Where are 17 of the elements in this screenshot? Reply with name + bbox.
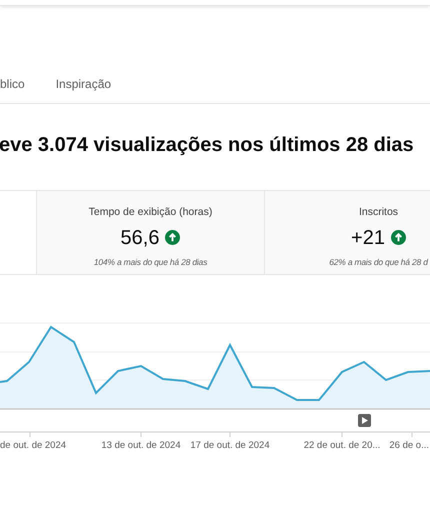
metric-value: 56,6 — [120, 226, 160, 251]
axis-label: 26 de o... — [389, 440, 429, 451]
axis-label: de out. de 2024 — [0, 440, 66, 451]
axis-label: 22 de out. de 20... — [304, 440, 380, 451]
axis-label: 13 de out. de 2024 — [101, 440, 181, 451]
metric-card[interactable]: Inscritos +21 62% a mais do que há 28 d — [264, 191, 430, 274]
axis-label: 17 de out. de 2024 — [190, 440, 270, 451]
metric-comparison: 62% a mais do que há 28 d — [329, 256, 428, 268]
metric-comparison: 104% a mais do que há 28 dias — [94, 256, 208, 268]
page-heading: eve 3.074 visualizações nos últimos 28 dias — [0, 133, 415, 158]
metric-card[interactable]: Tempo de exibição (horas) 56,6 104% a mais do que há 28 dias — [36, 191, 264, 274]
metric-title: Tempo de exibição (horas) — [88, 205, 212, 220]
tab[interactable]: blico — [0, 72, 25, 103]
play-icon[interactable] — [358, 414, 371, 427]
metric-title: Inscritos — [358, 205, 398, 220]
metric-value: +21 — [351, 226, 385, 251]
tab[interactable]: Inspiração — [56, 72, 112, 103]
